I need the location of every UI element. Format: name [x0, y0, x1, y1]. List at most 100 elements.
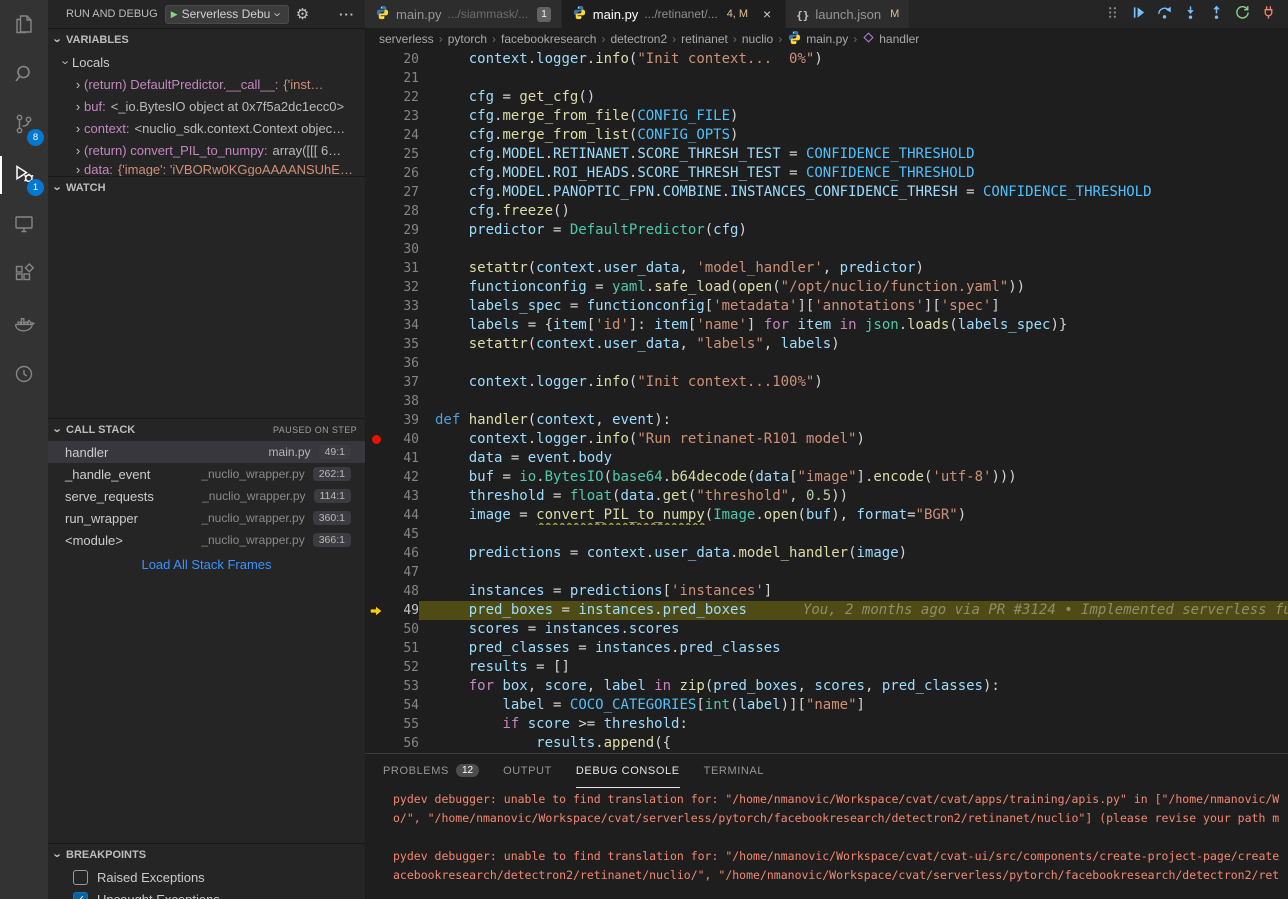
code-text[interactable]: [419, 563, 1288, 582]
stack-frame[interactable]: handlermain.py49:1: [48, 441, 365, 463]
code-text[interactable]: data = event.body: [419, 449, 1288, 468]
watch-section-header[interactable]: › WATCH: [48, 177, 365, 199]
code-line-24[interactable]: 24 cfg.merge_from_list(CONFIG_OPTS): [365, 126, 1288, 145]
code-text[interactable]: cfg.merge_from_list(CONFIG_OPTS): [419, 126, 1288, 145]
code-text[interactable]: results.append({: [419, 734, 1288, 753]
variable-row[interactable]: ›(return) DefaultPredictor.__call__:{'in…: [48, 73, 365, 95]
code-line-33[interactable]: 33 labels_spec = functionconfig['metadat…: [365, 297, 1288, 316]
code-line-45[interactable]: 45: [365, 525, 1288, 544]
breakpoint-row[interactable]: ✓Uncaught Exceptions: [48, 888, 365, 899]
code-text[interactable]: cfg.MODEL.PANOPTIC_FPN.COMBINE.INSTANCES…: [419, 183, 1288, 202]
activity-item-run-and-debug[interactable]: 1: [0, 150, 48, 200]
code-line-39[interactable]: 39def handler(context, event):: [365, 411, 1288, 430]
code-text[interactable]: pred_classes = instances.pred_classes: [419, 639, 1288, 658]
code-line-41[interactable]: 41 data = event.body: [365, 449, 1288, 468]
code-line-54[interactable]: 54 label = COCO_CATEGORIES[int(label)]["…: [365, 696, 1288, 715]
code-line-53[interactable]: 53 for box, score, label in zip(pred_box…: [365, 677, 1288, 696]
code-line-52[interactable]: 52 results = []: [365, 658, 1288, 677]
breakpoint-icon[interactable]: [365, 430, 387, 449]
code-line-35[interactable]: 35 setattr(context.user_data, "labels", …: [365, 335, 1288, 354]
code-line-56[interactable]: 56 results.append({: [365, 734, 1288, 753]
breakpoint-row[interactable]: Raised Exceptions: [48, 866, 365, 888]
code-text[interactable]: cfg = get_cfg(): [419, 88, 1288, 107]
code-text[interactable]: cfg.MODEL.RETINANET.SCORE_THRESH_TEST = …: [419, 145, 1288, 164]
call-stack-section-header[interactable]: › CALL STACK PAUSED ON STEP: [48, 419, 365, 441]
load-all-stack-frames-link[interactable]: Load All Stack Frames: [48, 551, 365, 577]
code-line-22[interactable]: 22 cfg = get_cfg(): [365, 88, 1288, 107]
code-text[interactable]: labels = {item['id']: item['name'] for i…: [419, 316, 1288, 335]
breadcrumb-item-nuclio[interactable]: nuclio: [742, 32, 773, 46]
code-text[interactable]: threshold = float(data.get("threshold", …: [419, 487, 1288, 506]
code-text[interactable]: predictions = context.user_data.model_ha…: [419, 544, 1288, 563]
code-text[interactable]: setattr(context.user_data, 'model_handle…: [419, 259, 1288, 278]
step-into-button[interactable]: [1183, 5, 1198, 23]
code-line-36[interactable]: 36: [365, 354, 1288, 373]
activity-item-remote-explorer[interactable]: [0, 200, 48, 250]
editor-tab-main.py-0[interactable]: main.py.../siammask/...1: [365, 0, 562, 28]
code-line-38[interactable]: 38: [365, 392, 1288, 411]
stack-frame[interactable]: run_wrapper_nuclio_wrapper.py360:1: [48, 507, 365, 529]
activity-item-source-control[interactable]: 8: [0, 100, 48, 150]
panel-tab-terminal[interactable]: TERMINAL: [704, 754, 764, 788]
code-line-48[interactable]: 48 instances = predictions['instances']: [365, 582, 1288, 601]
code-line-40[interactable]: 40 context.logger.info("Run retinanet-R1…: [365, 430, 1288, 449]
code-text[interactable]: if score >= threshold:: [419, 715, 1288, 734]
activity-item-tool-circle[interactable]: [0, 350, 48, 400]
variable-row[interactable]: ›data:{'image': 'iVBORw0KGgoAAAANSUhE…: [48, 161, 365, 176]
code-line-25[interactable]: 25 cfg.MODEL.RETINANET.SCORE_THRESH_TEST…: [365, 145, 1288, 164]
breakpoint-checkbox[interactable]: ✓: [73, 892, 88, 899]
code-line-55[interactable]: 55 if score >= threshold:: [365, 715, 1288, 734]
code-text[interactable]: buf = io.BytesIO(base64.b64decode(data["…: [419, 468, 1288, 487]
breadcrumb-item-facebookresearch[interactable]: facebookresearch: [501, 32, 596, 46]
code-line-27[interactable]: 27 cfg.MODEL.PANOPTIC_FPN.COMBINE.INSTAN…: [365, 183, 1288, 202]
launch-config-dropdown[interactable]: ▶ Serverless Debu ›: [165, 5, 289, 24]
continue-button[interactable]: [1131, 5, 1146, 23]
breakpoints-section-header[interactable]: › BREAKPOINTS: [48, 844, 365, 866]
stack-frame[interactable]: <module>_nuclio_wrapper.py366:1: [48, 529, 365, 551]
code-line-49[interactable]: 49 pred_boxes = instances.pred_boxesYou,…: [365, 601, 1288, 620]
editor-tab-launch.json-2[interactable]: {}launch.jsonM: [786, 0, 910, 28]
code-text[interactable]: pred_boxes = instances.pred_boxesYou, 2 …: [419, 601, 1288, 620]
code-line-34[interactable]: 34 labels = {item['id']: item['name'] fo…: [365, 316, 1288, 335]
code-text[interactable]: [419, 354, 1288, 373]
code-line-30[interactable]: 30: [365, 240, 1288, 259]
code-line-26[interactable]: 26 cfg.MODEL.ROI_HEADS.SCORE_THRESH_TEST…: [365, 164, 1288, 183]
code-text[interactable]: for box, score, label in zip(pred_boxes,…: [419, 677, 1288, 696]
code-line-47[interactable]: 47: [365, 563, 1288, 582]
code-line-31[interactable]: 31 setattr(context.user_data, 'model_han…: [365, 259, 1288, 278]
breadcrumb-item-detectron2[interactable]: detectron2: [610, 32, 667, 46]
stack-frame[interactable]: _handle_event_nuclio_wrapper.py262:1: [48, 463, 365, 485]
variable-row[interactable]: ›context:<nuclio_sdk.context.Context obj…: [48, 117, 365, 139]
code-line-43[interactable]: 43 threshold = float(data.get("threshold…: [365, 487, 1288, 506]
step-over-button[interactable]: [1157, 5, 1172, 23]
code-line-29[interactable]: 29 predictor = DefaultPredictor(cfg): [365, 221, 1288, 240]
current-frame-arrow-icon[interactable]: [365, 601, 387, 620]
code-line-42[interactable]: 42 buf = io.BytesIO(base64.b64decode(dat…: [365, 468, 1288, 487]
activity-item-explorer[interactable]: [0, 0, 48, 50]
panel-tab-debug-console[interactable]: DEBUG CONSOLE: [576, 754, 680, 788]
code-line-21[interactable]: 21: [365, 69, 1288, 88]
code-text[interactable]: [419, 69, 1288, 88]
restart-button[interactable]: [1235, 5, 1250, 23]
code-text[interactable]: functionconfig = yaml.safe_load(open("/o…: [419, 278, 1288, 297]
breadcrumb-item-retinanet[interactable]: retinanet: [681, 32, 728, 46]
variable-row[interactable]: ›(return) convert_PIL_to_numpy:array([[[…: [48, 139, 365, 161]
code-editor[interactable]: 20 context.logger.info("Init context... …: [365, 50, 1288, 753]
panel-tab-problems[interactable]: PROBLEMS12: [383, 754, 479, 788]
code-text[interactable]: label = COCO_CATEGORIES[int(label)]["nam…: [419, 696, 1288, 715]
disconnect-button[interactable]: [1261, 5, 1276, 23]
breadcrumb-item-main.py[interactable]: main.py: [787, 30, 848, 48]
activity-item-extensions[interactable]: [0, 250, 48, 300]
more-actions-icon[interactable]: ···: [339, 7, 355, 22]
step-out-button[interactable]: [1209, 5, 1224, 23]
code-text[interactable]: [419, 392, 1288, 411]
breadcrumb-item-pytorch[interactable]: pytorch: [448, 32, 487, 46]
code-text[interactable]: cfg.merge_from_file(CONFIG_FILE): [419, 107, 1288, 126]
code-line-46[interactable]: 46 predictions = context.user_data.model…: [365, 544, 1288, 563]
code-text[interactable]: [419, 525, 1288, 544]
code-text[interactable]: instances = predictions['instances']: [419, 582, 1288, 601]
code-line-37[interactable]: 37 context.logger.info("Init context...1…: [365, 373, 1288, 392]
gear-icon[interactable]: ⚙: [296, 5, 309, 23]
variables-section-header[interactable]: › VARIABLES: [48, 29, 365, 51]
code-text[interactable]: [419, 240, 1288, 259]
